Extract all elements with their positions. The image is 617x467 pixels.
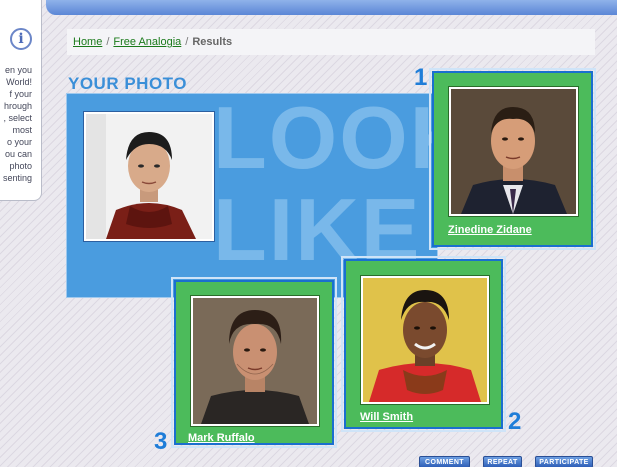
breadcrumb-current: Results bbox=[192, 36, 233, 48]
info-line: most bbox=[12, 125, 32, 135]
info-line: ou can bbox=[4, 149, 32, 159]
breadcrumb-separator: / bbox=[106, 36, 110, 48]
info-line: World! bbox=[6, 77, 32, 87]
match-photo-frame bbox=[448, 86, 579, 217]
breadcrumb-free-analogia-link[interactable]: Free Analogia bbox=[113, 36, 181, 48]
match-card-3[interactable]: Mark Ruffalo bbox=[171, 277, 337, 448]
match-card-2[interactable]: Will Smith bbox=[341, 256, 506, 432]
participate-button[interactable]: PARTICIPATE bbox=[535, 456, 593, 467]
match-photo-zidane[interactable] bbox=[451, 89, 576, 214]
user-photo bbox=[86, 114, 212, 239]
breadcrumb: Home / Free Analogia / Results bbox=[67, 29, 595, 55]
info-line: photo bbox=[9, 161, 32, 171]
breadcrumb-home-link[interactable]: Home bbox=[73, 36, 102, 48]
your-photo-frame bbox=[83, 111, 215, 242]
match-photo-ruffalo[interactable] bbox=[193, 298, 317, 424]
match-name-link[interactable]: Will Smith bbox=[360, 411, 413, 423]
comment-button[interactable]: COMMENT bbox=[419, 456, 470, 467]
match-card-1[interactable]: Zinedine Zidane bbox=[429, 68, 596, 250]
info-line: hrough bbox=[3, 101, 32, 111]
info-sidebar: i en you World! f your hrough , select m… bbox=[0, 0, 42, 201]
info-line: en you bbox=[4, 65, 32, 75]
your-photo-title: YOUR PHOTO bbox=[68, 74, 187, 93]
match-name-link[interactable]: Zinedine Zidane bbox=[448, 224, 532, 236]
top-header-bar bbox=[46, 0, 617, 15]
info-icon: i bbox=[10, 28, 32, 50]
breadcrumb-separator: / bbox=[185, 36, 189, 48]
rank-number: 2 bbox=[508, 408, 522, 435]
match-photo-will-smith[interactable] bbox=[363, 278, 487, 402]
look-background-text: LOOK bbox=[213, 93, 437, 187]
rank-number: 3 bbox=[154, 428, 168, 455]
repeat-button[interactable]: REPEAT bbox=[483, 456, 522, 467]
match-photo-frame bbox=[360, 275, 490, 405]
rank-number: 1 bbox=[414, 64, 428, 91]
info-text: en you World! f your hrough , select mos… bbox=[0, 64, 32, 184]
match-photo-frame bbox=[190, 295, 320, 427]
info-line: , select bbox=[3, 113, 32, 123]
info-line: f your bbox=[9, 89, 32, 99]
match-name-link[interactable]: Mark Ruffalo bbox=[188, 432, 255, 444]
info-line: o your bbox=[6, 137, 32, 147]
info-line: senting bbox=[2, 173, 32, 183]
